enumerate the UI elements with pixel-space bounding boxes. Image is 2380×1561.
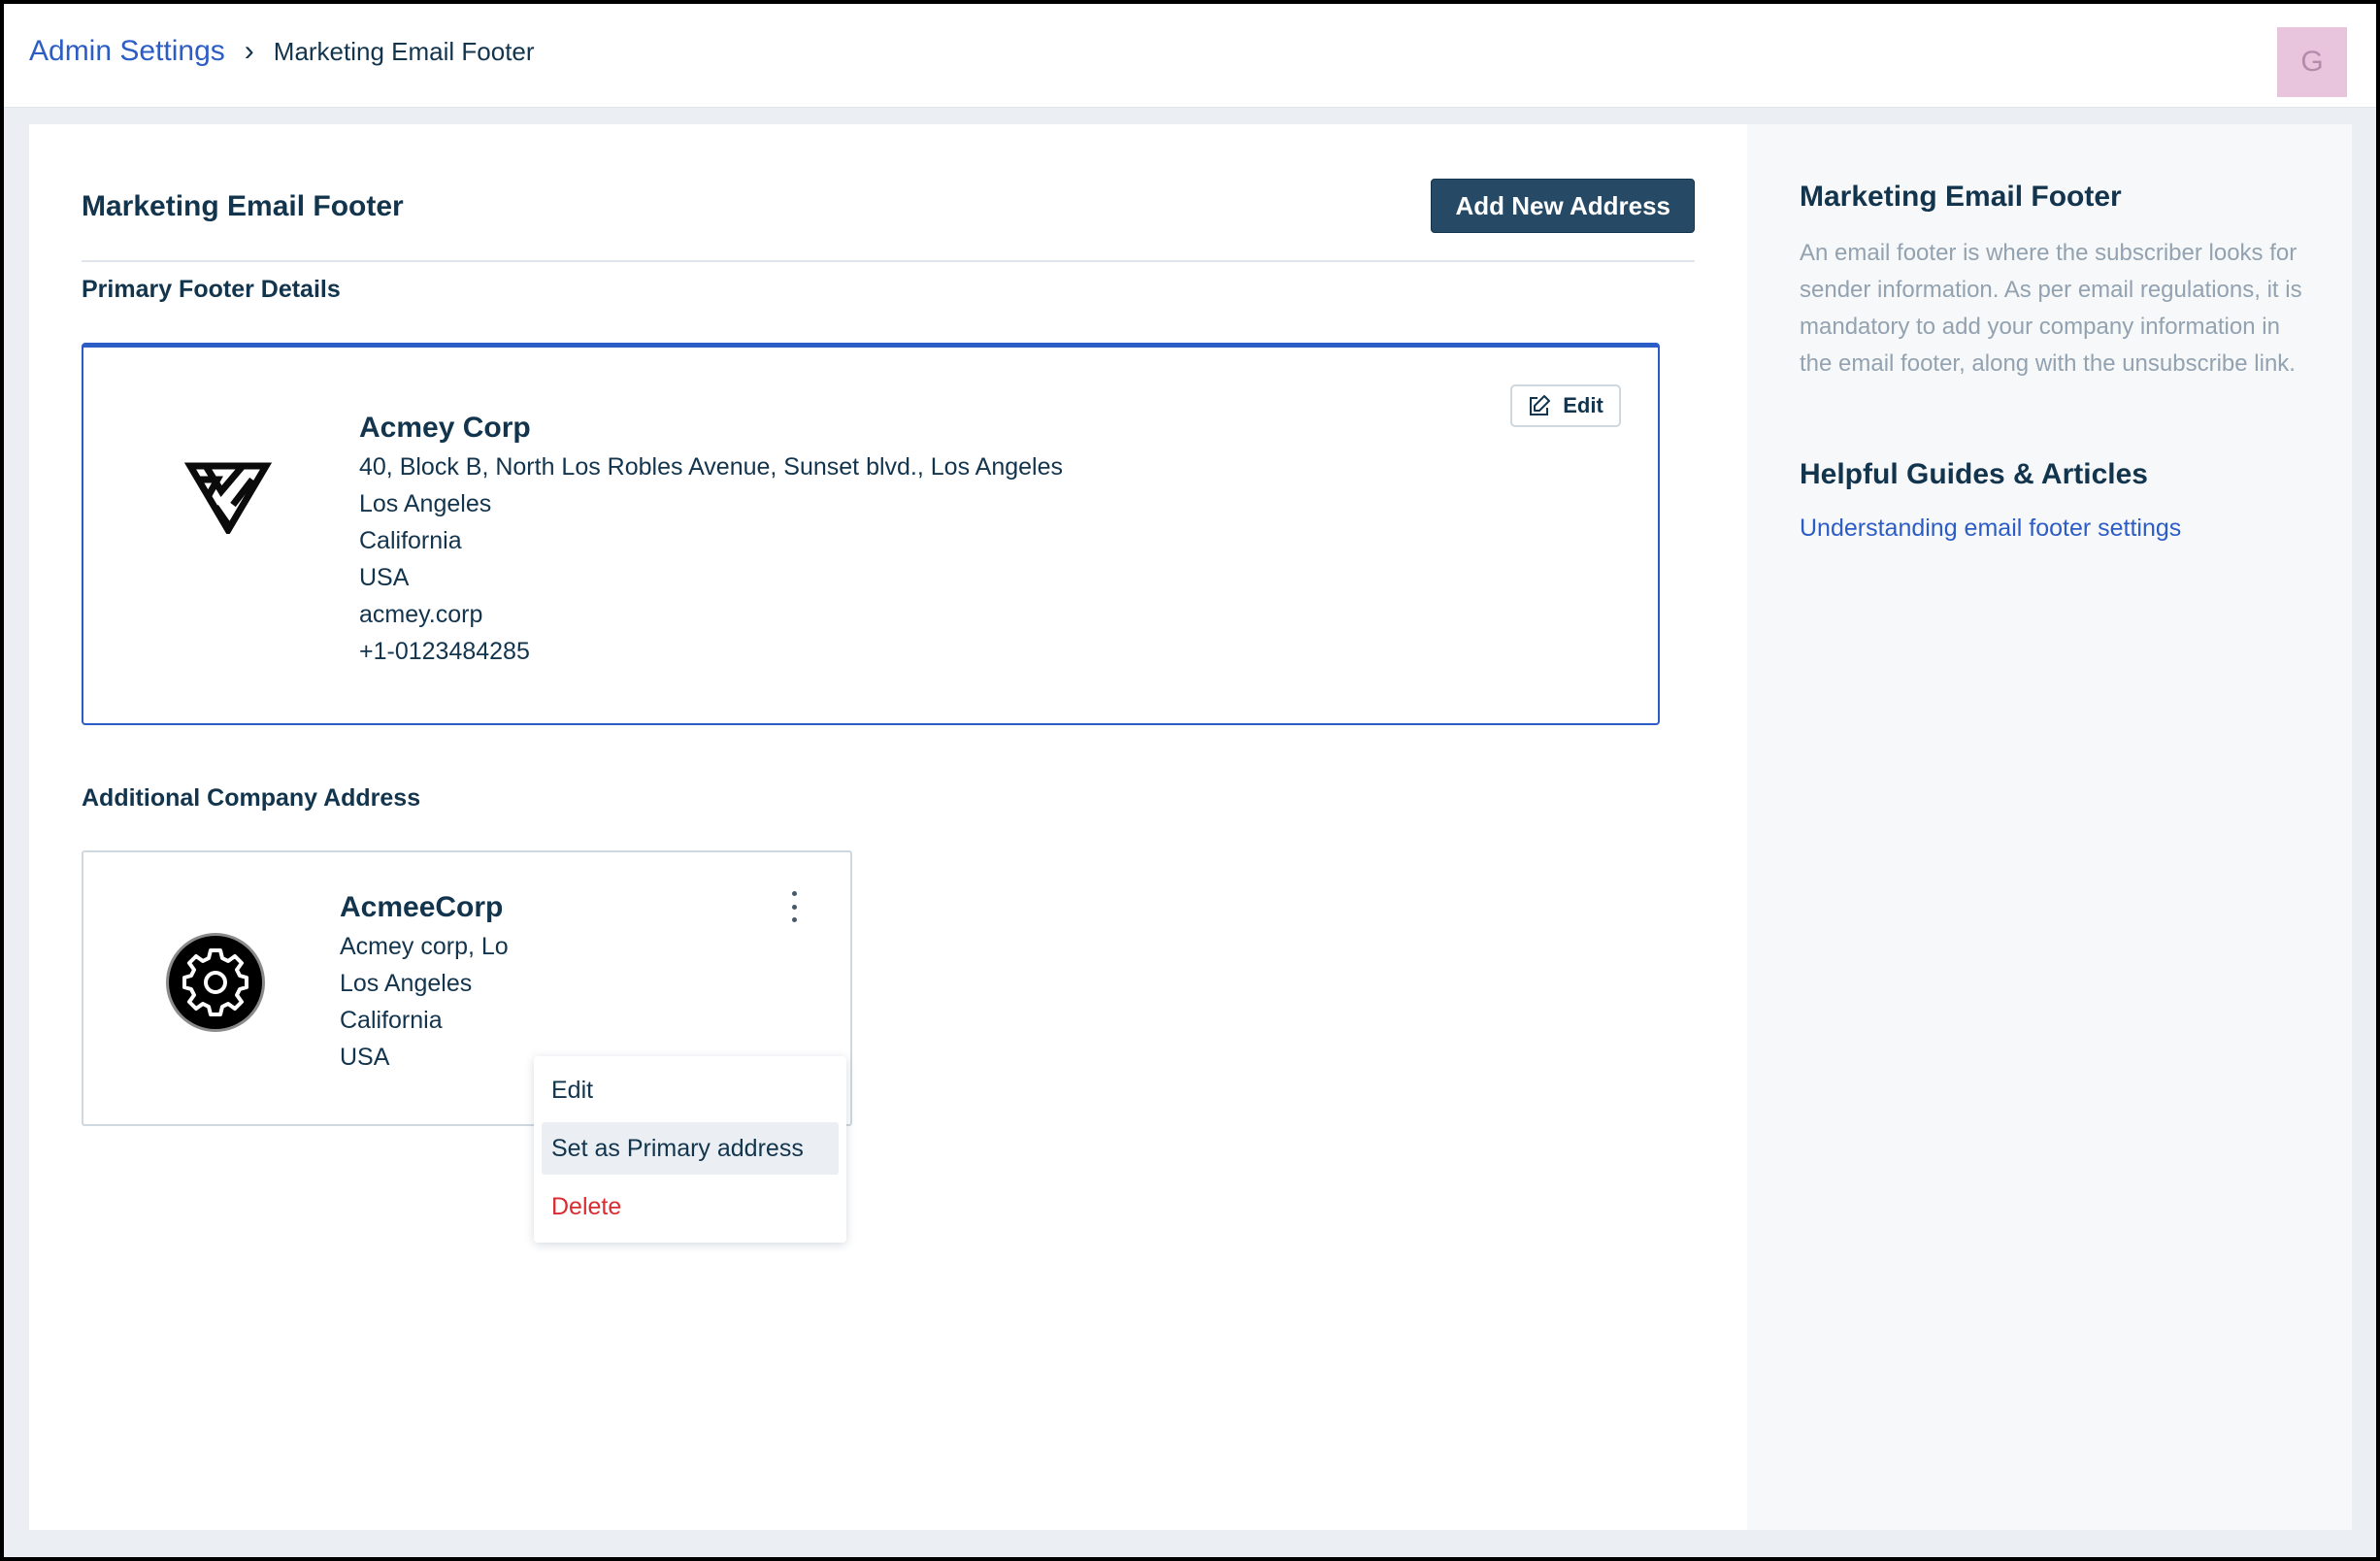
more-options-icon[interactable] [784,891,804,922]
page-title: Marketing Email Footer [82,190,404,222]
help-sidebar: Marketing Email Footer An email footer i… [1747,124,2352,1530]
additional-address-details: AcmeeCorp Acmey corp, Lo Los Angeles Cal… [340,887,509,1076]
help-title: Marketing Email Footer [1800,181,2122,213]
primary-footer-section-title: Primary Footer Details [82,276,341,303]
city-line: Los Angeles [359,490,492,517]
primary-address-details: Acmey Corp 40, Block B, North Los Robles… [359,408,1063,670]
additional-address-section-title: Additional Company Address [82,784,421,812]
edit-primary-address-button[interactable]: Edit [1510,384,1621,427]
triangular-geometric-logo-icon [184,462,272,534]
page-header: Marketing Email Footer Add New Address [82,151,1695,262]
address-line: 40, Block B, North Los Robles Avenue, Su… [359,453,1063,481]
guides-title: Helpful Guides & Articles [1800,458,2148,490]
guide-link[interactable]: Understanding email footer settings [1800,515,2181,543]
top-bar: Admin Settings › Marketing Email Footer … [0,0,2380,108]
city-line: Los Angeles [340,970,473,997]
phone-line: +1-0123484285 [359,638,530,665]
chevron-right-icon: › [244,35,254,67]
edit-icon [1530,395,1551,415]
help-description: An email footer is where the subscriber … [1800,240,2302,377]
menu-item-edit[interactable]: Edit [542,1064,839,1116]
add-new-address-button[interactable]: Add New Address [1431,179,1695,233]
gear-logo-icon [166,933,265,1032]
avatar[interactable]: G [2277,27,2347,97]
address-options-menu: Edit Set as Primary address Delete [534,1056,846,1243]
menu-item-set-primary[interactable]: Set as Primary address [542,1122,839,1175]
company-name: Acmey Corp [359,412,531,444]
breadcrumb-admin-settings-link[interactable]: Admin Settings [29,35,225,68]
breadcrumb: Admin Settings › Marketing Email Footer [29,35,535,68]
website-line: acmey.corp [359,601,483,628]
country-line: USA [340,1044,390,1071]
main-panel: Marketing Email Footer Add New Address P… [29,124,1747,1530]
company-name: AcmeeCorp [340,891,504,923]
primary-address-card: Acmey Corp 40, Block B, North Los Robles… [82,343,1660,725]
breadcrumb-current: Marketing Email Footer [273,36,535,66]
edit-label: Edit [1563,393,1603,417]
menu-item-delete[interactable]: Delete [542,1180,839,1233]
state-line: California [340,1007,443,1034]
address-line: Acmey corp, Lo [340,933,509,960]
country-line: USA [359,564,410,591]
state-line: California [359,527,462,554]
